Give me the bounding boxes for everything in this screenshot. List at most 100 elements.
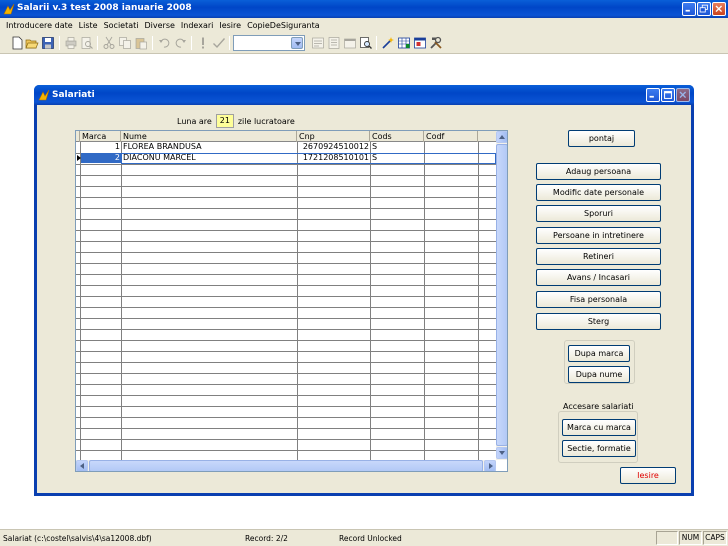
working-days-field[interactable]: 21 (215, 114, 234, 128)
print-icon[interactable] (64, 36, 78, 50)
grid-row-line (76, 351, 496, 352)
working-days-line: Luna are 21 zile lucratoare (177, 114, 295, 128)
horizontal-scrollbar[interactable] (76, 460, 496, 471)
grid-row-line (76, 428, 496, 429)
cell-marca[interactable]: 2 (81, 153, 120, 163)
redo-icon[interactable] (173, 36, 187, 50)
status-caps: CAPS (703, 531, 727, 545)
salariati-minimize-button[interactable] (646, 88, 660, 102)
scroll-left-button[interactable] (76, 460, 88, 471)
scroll-right-button[interactable] (484, 460, 496, 471)
sectie-formatie-button[interactable]: Sectie, formatie (562, 440, 636, 457)
cut-icon[interactable] (102, 36, 116, 50)
wizard-icon[interactable] (381, 36, 395, 50)
menu-introducere-date[interactable]: Introducere date (3, 21, 76, 30)
grid-row-line (76, 241, 496, 242)
window-title: Salarii v.3 test 2008 ianuarie 2008 (17, 3, 192, 13)
grid-row-line (76, 197, 496, 198)
sporuri-button[interactable]: Sporuri (536, 205, 661, 222)
print-preview-icon[interactable] (80, 36, 94, 50)
undo-icon[interactable] (158, 36, 172, 50)
status-record: Record: 2/2 (245, 534, 288, 543)
retineri-button[interactable]: Retineri (536, 248, 661, 265)
paste-icon[interactable] (134, 36, 148, 50)
menu-societati[interactable]: Societati (101, 21, 142, 30)
cell-cnp[interactable]: 1721208510101 (298, 153, 369, 163)
dupa-nume-button[interactable]: Dupa nume (568, 366, 630, 383)
adaug-persoana-button[interactable]: Adaug persoana (536, 163, 661, 180)
chevron-down-icon[interactable] (291, 37, 303, 49)
grid-column-line (478, 142, 479, 460)
save-icon[interactable] (41, 36, 55, 50)
horizontal-scroll-thumb[interactable] (89, 460, 483, 471)
open-icon[interactable] (25, 36, 39, 50)
salariati-maximize-button[interactable] (661, 88, 675, 102)
form-icon[interactable] (311, 36, 325, 50)
vertical-scrollbar[interactable] (496, 131, 507, 460)
scroll-up-button[interactable] (496, 131, 507, 143)
copy-icon[interactable] (118, 36, 132, 50)
iesire-button[interactable]: Iesire (620, 467, 676, 484)
grid-row-line (76, 329, 496, 330)
salariati-title: Salariati (52, 90, 95, 100)
grid-row-line (76, 373, 496, 374)
fisa-personala-button[interactable]: Fisa personala (536, 291, 661, 308)
zoom-icon[interactable] (359, 36, 373, 50)
grid-row-line (76, 340, 496, 341)
report-icon[interactable] (327, 36, 341, 50)
cell-nume[interactable]: FLOREA BRANDUSA (123, 142, 202, 152)
menu-indexari[interactable]: Indexari (178, 21, 216, 30)
salariati-window: Salariati Luna are 21 zile lucratoare Ma… (34, 85, 694, 496)
pontaj-button[interactable]: pontaj (568, 130, 635, 147)
check-icon[interactable] (212, 36, 226, 50)
cell-marca[interactable]: 1 (81, 142, 120, 152)
salariati-title-bar: Salariati (34, 85, 694, 105)
column-header-codf[interactable]: Codf (424, 131, 478, 142)
status-bar: Salariat (c:\costel\salvis\4\sa12008.dbf… (0, 529, 728, 546)
column-header-marca[interactable]: Marca (80, 131, 121, 142)
cell-nume[interactable]: DIACONU MARCEL (123, 153, 196, 163)
status-panel-empty (656, 531, 678, 545)
exclamation-icon[interactable] (196, 36, 210, 50)
salariati-close-button (676, 88, 690, 102)
grid-column-line (370, 142, 371, 460)
sterg-button[interactable]: Sterg (536, 313, 661, 330)
close-button[interactable] (712, 2, 726, 16)
cell-cods[interactable]: S (372, 153, 377, 163)
grid-row-line (76, 219, 496, 220)
new-icon[interactable] (10, 36, 24, 50)
cell-cnp[interactable]: 2670924510012 (298, 142, 369, 152)
menu-liste[interactable]: Liste (76, 21, 101, 30)
window-icon[interactable] (413, 36, 427, 50)
dupa-marca-button[interactable]: Dupa marca (568, 345, 630, 362)
vertical-scroll-thumb[interactable] (496, 144, 507, 446)
toolbar-combo[interactable] (233, 35, 305, 51)
grid-column-line (121, 142, 122, 460)
status-lock: Record Unlocked (339, 534, 402, 543)
menu-copie-de-siguranta[interactable]: CopieDeSiguranta (244, 21, 323, 30)
accesare-salariati-label: Accesare salariati (561, 402, 636, 411)
spreadsheet-icon[interactable] (397, 36, 411, 50)
menu-iesire[interactable]: Iesire (216, 21, 244, 30)
app-logo-icon (38, 89, 50, 101)
grid-row-line (76, 362, 496, 363)
avans-incasari-button[interactable]: Avans / Incasari (536, 269, 661, 286)
restore-button[interactable] (697, 2, 711, 16)
menu-diverse[interactable]: Diverse (142, 21, 178, 30)
grid-row-line (76, 252, 496, 253)
cell-cods[interactable]: S (372, 142, 377, 152)
properties-icon[interactable] (343, 36, 357, 50)
persoane-in-intretinere-button[interactable]: Persoane in intretinere (536, 227, 661, 244)
scroll-down-button[interactable] (496, 447, 507, 459)
column-header-cnp[interactable]: Cnp (297, 131, 370, 142)
minimize-button[interactable] (682, 2, 696, 16)
status-num: NUM (679, 531, 702, 545)
grid-row-line (76, 285, 496, 286)
modific-date-personale-button[interactable]: Modific date personale (536, 184, 661, 201)
grid-row-line (76, 307, 496, 308)
column-header-nume[interactable]: Nume (121, 131, 297, 142)
tools-icon[interactable] (429, 36, 443, 50)
employees-grid[interactable]: Marca Nume Cnp Cods Codf 1 FLOREA BRANDU… (75, 130, 508, 472)
marca-cu-marca-button[interactable]: Marca cu marca (562, 419, 636, 436)
column-header-cods[interactable]: Cods (370, 131, 424, 142)
